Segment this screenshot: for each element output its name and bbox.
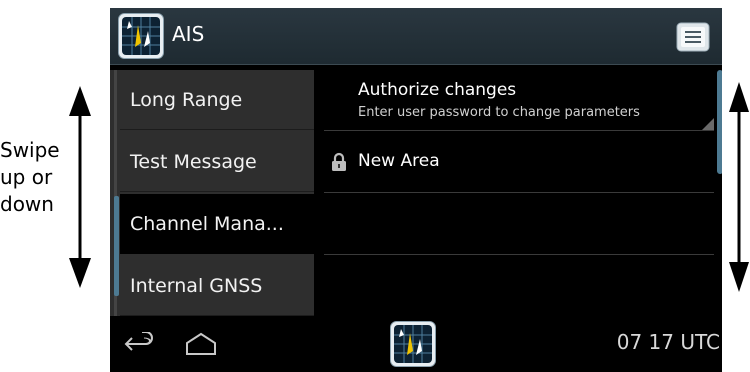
double-arrow-icon	[69, 86, 91, 288]
title-bar: AIS	[110, 8, 722, 65]
sidebar-item-long-range[interactable]: Long Range	[120, 70, 314, 130]
empty-row	[324, 256, 714, 316]
swipe-hint-line-3: down	[0, 192, 54, 216]
double-arrow-icon	[729, 82, 749, 292]
back-icon[interactable]	[124, 332, 154, 356]
new-area-label: New Area	[358, 151, 440, 171]
sidebar-item-channel-management[interactable]: Channel Mana...	[120, 194, 314, 254]
lock-icon	[332, 152, 346, 171]
navigation-bar: 07 17 UTC	[110, 316, 722, 372]
ais-app-icon[interactable]	[390, 321, 436, 367]
sidebar-item-test-message[interactable]: Test Message	[120, 132, 314, 192]
sidebar[interactable]: Long Range Test Message Channel Mana... …	[110, 70, 314, 316]
authorize-changes-subtitle: Enter user password to change parameters	[358, 105, 640, 120]
dropdown-corner-icon	[702, 118, 714, 130]
device-screen: AIS Long Range Test Message Channel Mana…	[110, 8, 722, 372]
sidebar-item-internal-gnss[interactable]: Internal GNSS	[120, 256, 314, 316]
sidebar-scroll-thumb[interactable]	[114, 196, 119, 296]
menu-icon[interactable]	[676, 22, 710, 52]
authorize-changes-row[interactable]: Authorize changes Enter user password to…	[324, 70, 714, 131]
swipe-hint-line-2: up or	[0, 165, 53, 189]
home-icon[interactable]	[184, 332, 218, 356]
ais-app-icon[interactable]	[118, 13, 164, 59]
status-clock: 07 17 UTC	[616, 330, 720, 354]
empty-row	[324, 194, 714, 255]
swipe-hint-line-1: Swipe	[0, 138, 60, 162]
new-area-row[interactable]: New Area	[324, 132, 714, 193]
authorize-changes-title: Authorize changes	[358, 80, 517, 100]
swipe-hint-label: Swipe up or down	[0, 137, 66, 218]
panel-scroll-thumb[interactable]	[717, 70, 722, 174]
settings-panel: Authorize changes Enter user password to…	[314, 70, 722, 316]
app-title: AIS	[172, 22, 205, 46]
